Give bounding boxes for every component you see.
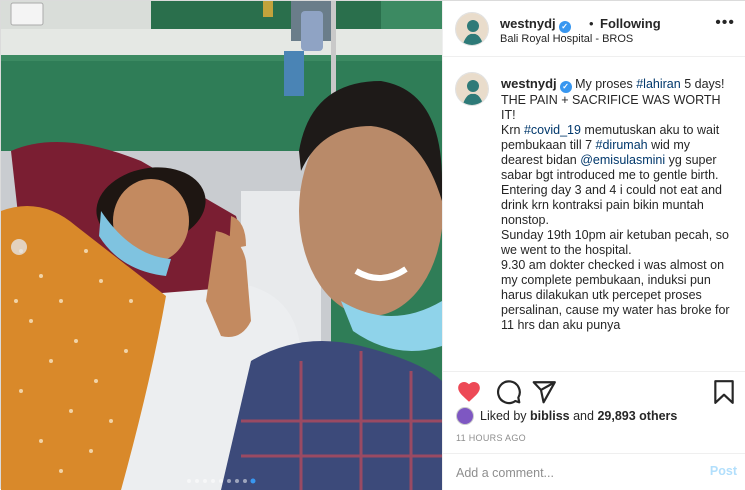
verified-badge-icon: ✓ xyxy=(559,81,572,93)
more-horizontal-icon[interactable]: ••• xyxy=(715,15,735,31)
likes-middle: and xyxy=(569,409,598,423)
hashtag-covid[interactable]: #covid_19 xyxy=(524,123,581,137)
post-timestamp[interactable]: 11 HOURS AGO xyxy=(456,433,526,443)
hashtag-lahiran[interactable]: #lahiran xyxy=(636,77,680,91)
post-caption: westnydj ✓ My proses #lahiran 5 days! THE… xyxy=(501,76,733,333)
likes-summary: Liked by bibliss and 29,893 others xyxy=(456,407,677,427)
comment-icon[interactable] xyxy=(496,379,522,405)
caption-paragraph-4: Entering day 3 and 4 i could not eat and… xyxy=(501,183,722,227)
share-icon[interactable] xyxy=(531,379,557,405)
caption-paragraph-5: Sunday 19th 10pm air ketuban pecah, so w… xyxy=(501,228,729,257)
comment-input[interactable] xyxy=(456,464,686,482)
hashtag-dirumah[interactable]: #dirumah xyxy=(596,138,648,152)
caption-line-1: westnydj ✓ My proses #lahiran 5 days! xyxy=(501,76,733,93)
caption-author-avatar[interactable] xyxy=(455,72,489,106)
post-comment-button[interactable]: Post xyxy=(710,464,737,478)
liker-username[interactable]: bibliss xyxy=(530,409,570,423)
post-side-panel: westnydj ✓ • Following Bali Royal Hospita… xyxy=(442,1,745,490)
heart-icon[interactable] xyxy=(456,379,482,405)
caption-paragraph-3: Krn #covid_19 memutuskan aku to wait pem… xyxy=(501,123,733,183)
caption-line-2: THE PAIN + SACRIFICE WAS WORTH IT! xyxy=(501,93,721,122)
caption-username[interactable]: westnydj xyxy=(501,76,557,91)
author-username[interactable]: westnydj ✓ xyxy=(500,16,571,33)
author-avatar[interactable] xyxy=(455,12,489,46)
mention-emisulasmini[interactable]: @emisulasmini xyxy=(580,153,665,167)
comment-bar: Post xyxy=(443,453,745,490)
caption-krn: Krn xyxy=(501,123,524,137)
action-bar xyxy=(443,371,745,411)
follow-status-button[interactable]: Following xyxy=(600,16,661,31)
post-photo[interactable] xyxy=(1,1,442,490)
header-separator: • xyxy=(589,16,594,31)
likes-prefix: Liked by xyxy=(480,409,531,423)
caption-paragraph-6: 9.30 am dokter checked i was almost on m… xyxy=(501,258,730,332)
caption-intro: My proses xyxy=(571,77,637,91)
caption-intro-end: 5 days! xyxy=(680,77,725,91)
caption-area: westnydj ✓ My proses #lahiran 5 days! THE… xyxy=(443,58,745,370)
likes-count[interactable]: 29,893 others xyxy=(597,409,677,423)
avatar-image xyxy=(456,13,488,45)
verified-badge-icon: ✓ xyxy=(558,21,571,33)
post-header: westnydj ✓ • Following Bali Royal Hospita… xyxy=(443,1,745,57)
liker-avatar[interactable] xyxy=(456,407,474,425)
instagram-post: westnydj ✓ • Following Bali Royal Hospita… xyxy=(0,0,745,490)
bookmark-icon[interactable] xyxy=(711,379,737,405)
post-location[interactable]: Bali Royal Hospital - BROS xyxy=(500,33,633,45)
post-photo-illustration xyxy=(1,1,442,490)
avatar-image xyxy=(456,73,488,105)
author-username-text[interactable]: westnydj xyxy=(500,16,556,31)
